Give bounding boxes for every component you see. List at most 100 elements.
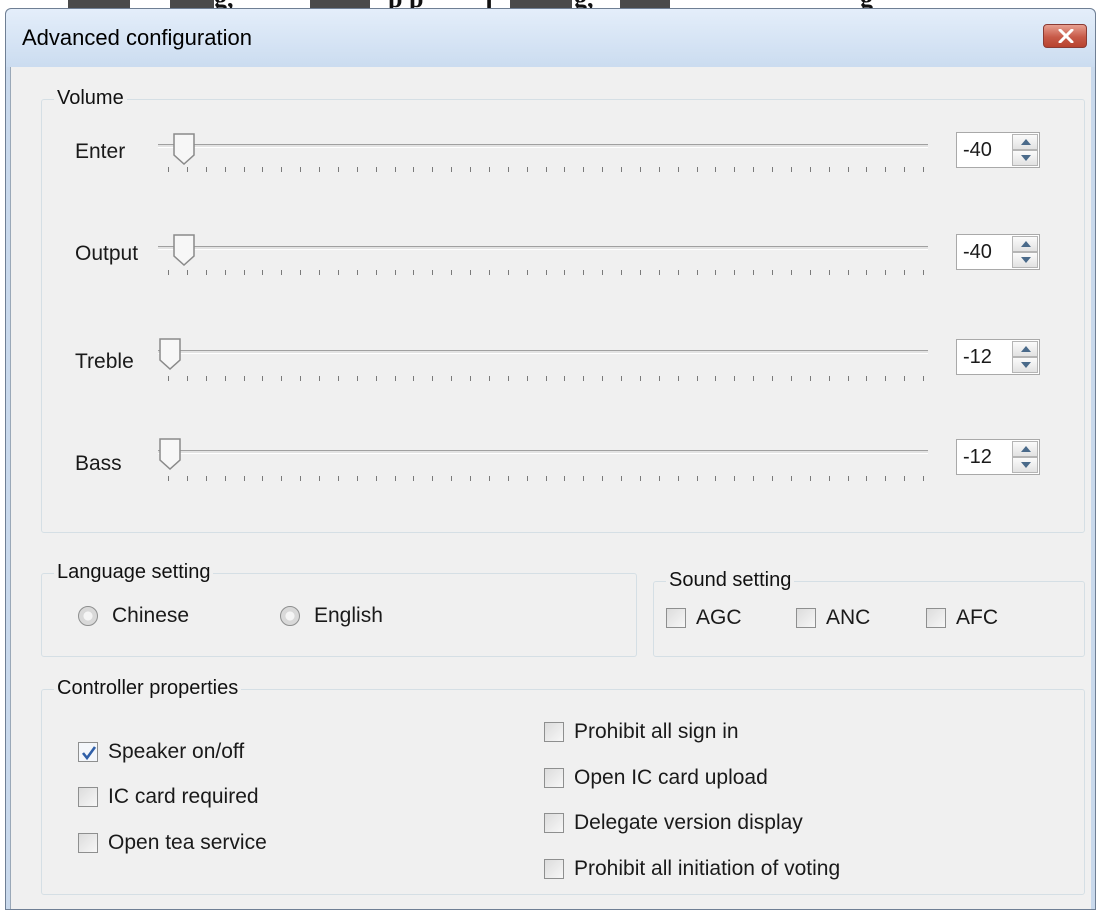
slider-tick	[829, 167, 830, 172]
treble-slider-track[interactable]	[158, 350, 928, 354]
arrow-up-icon	[1021, 446, 1031, 452]
checkbox[interactable]	[544, 813, 564, 833]
enter-slider-thumb[interactable]	[172, 133, 196, 166]
checkbox-afc[interactable]: AFC	[926, 606, 998, 630]
radio-button[interactable]	[78, 606, 98, 626]
checkbox[interactable]	[78, 742, 98, 762]
arrow-up-icon	[1021, 346, 1031, 352]
volume-group-label: Volume	[54, 87, 127, 110]
slider-tick	[546, 167, 547, 172]
checkbox-prohibit-sign-in[interactable]: Prohibit all sign in	[544, 720, 739, 744]
slider-tick	[413, 376, 414, 381]
output-increment-button[interactable]	[1012, 236, 1038, 252]
treble-slider-thumb[interactable]	[158, 338, 182, 371]
slider-tick	[659, 167, 660, 172]
enter-slider-ticks	[168, 167, 924, 175]
slider-tick	[319, 270, 320, 275]
slider-tick	[489, 270, 490, 275]
slider-tick	[621, 476, 622, 481]
slider-tick	[376, 476, 377, 481]
checkbox-agc[interactable]: AGC	[666, 606, 742, 630]
slider-tick	[640, 476, 641, 481]
checkbox-ic-card-required[interactable]: IC card required	[78, 785, 259, 809]
treble-decrement-button[interactable]	[1012, 357, 1038, 373]
output-slider-track[interactable]	[158, 246, 928, 250]
output-slider-thumb[interactable]	[172, 234, 196, 267]
radio-button[interactable]	[280, 606, 300, 626]
checkbox[interactable]	[78, 787, 98, 807]
checkbox[interactable]	[926, 608, 946, 628]
slider-tick	[583, 476, 584, 481]
radio-english[interactable]: English	[280, 604, 383, 628]
slider-tick	[281, 476, 282, 481]
slider-tick	[564, 376, 565, 381]
checkbox-open-tea-service[interactable]: Open tea service	[78, 831, 267, 855]
checkbox-anc[interactable]: ANC	[796, 606, 870, 630]
close-button[interactable]	[1043, 24, 1087, 48]
checkbox-speaker[interactable]: Speaker on/off	[78, 740, 244, 764]
slider-tick	[489, 376, 490, 381]
checkbox-open-tea-service-label: Open tea service	[108, 831, 267, 854]
slider-tick	[187, 167, 188, 172]
slider-tick	[489, 476, 490, 481]
slider-tick	[602, 476, 603, 481]
slider-tick	[225, 376, 226, 381]
bass-slider-thumb[interactable]	[158, 438, 182, 471]
treble-slider-ticks	[168, 376, 924, 384]
enter-value-spinner[interactable]: -40	[956, 132, 1040, 168]
slider-tick	[187, 270, 188, 275]
slider-tick	[583, 376, 584, 381]
slider-tick	[772, 270, 773, 275]
slider-tick	[357, 270, 358, 275]
slider-tick	[432, 476, 433, 481]
checkbox[interactable]	[666, 608, 686, 628]
output-decrement-button[interactable]	[1012, 252, 1038, 268]
arrow-up-icon	[1021, 139, 1031, 145]
bass-value-spinner[interactable]: -12	[956, 439, 1040, 475]
output-slider-ticks	[168, 270, 924, 278]
checkbox[interactable]	[78, 833, 98, 853]
bass-increment-button[interactable]	[1012, 441, 1038, 457]
treble-increment-button[interactable]	[1012, 341, 1038, 357]
slider-tick	[810, 376, 811, 381]
slider-tick	[640, 270, 641, 275]
treble-value-spinner[interactable]: -12	[956, 339, 1040, 375]
slider-tick	[904, 376, 905, 381]
checkbox-afc-label: AFC	[956, 606, 998, 629]
slider-tick	[564, 476, 565, 481]
slider-tick	[470, 270, 471, 275]
slider-tick	[753, 476, 754, 481]
checkbox[interactable]	[544, 768, 564, 788]
slider-tick	[432, 270, 433, 275]
checkbox-delegate-version-display[interactable]: Delegate version display	[544, 811, 803, 835]
checkbox-open-ic-card-upload-label: Open IC card upload	[574, 766, 768, 789]
checkbox-open-ic-card-upload[interactable]: Open IC card upload	[544, 766, 768, 790]
checkbox-prohibit-voting-label: Prohibit all initiation of voting	[574, 857, 841, 880]
slider-tick	[376, 270, 377, 275]
slider-tick	[225, 270, 226, 275]
slider-tick	[810, 270, 811, 275]
checkbox[interactable]	[544, 722, 564, 742]
slider-tick	[357, 167, 358, 172]
enter-slider-track[interactable]	[158, 144, 928, 148]
slider-tick	[470, 376, 471, 381]
radio-chinese[interactable]: Chinese	[78, 604, 189, 628]
sound-setting-group: Sound setting AGC ANC AFC	[653, 569, 1085, 657]
enter-increment-button[interactable]	[1012, 134, 1038, 150]
checkbox[interactable]	[544, 859, 564, 879]
title-bar[interactable]: Advanced configuration	[6, 9, 1095, 67]
enter-label: Enter	[75, 140, 126, 163]
slider-tick	[527, 476, 528, 481]
bass-value: -12	[963, 446, 992, 468]
enter-value: -40	[963, 139, 992, 161]
enter-decrement-button[interactable]	[1012, 150, 1038, 166]
bass-decrement-button[interactable]	[1012, 457, 1038, 473]
output-value-spinner[interactable]: -40	[956, 234, 1040, 270]
output-value: -40	[963, 241, 992, 263]
controller-properties-label: Controller properties	[54, 677, 242, 700]
bass-slider-track[interactable]	[158, 450, 928, 454]
checkbox-prohibit-voting[interactable]: Prohibit all initiation of voting	[544, 857, 840, 881]
checkbox[interactable]	[796, 608, 816, 628]
slider-tick	[168, 270, 169, 275]
slider-tick	[715, 376, 716, 381]
